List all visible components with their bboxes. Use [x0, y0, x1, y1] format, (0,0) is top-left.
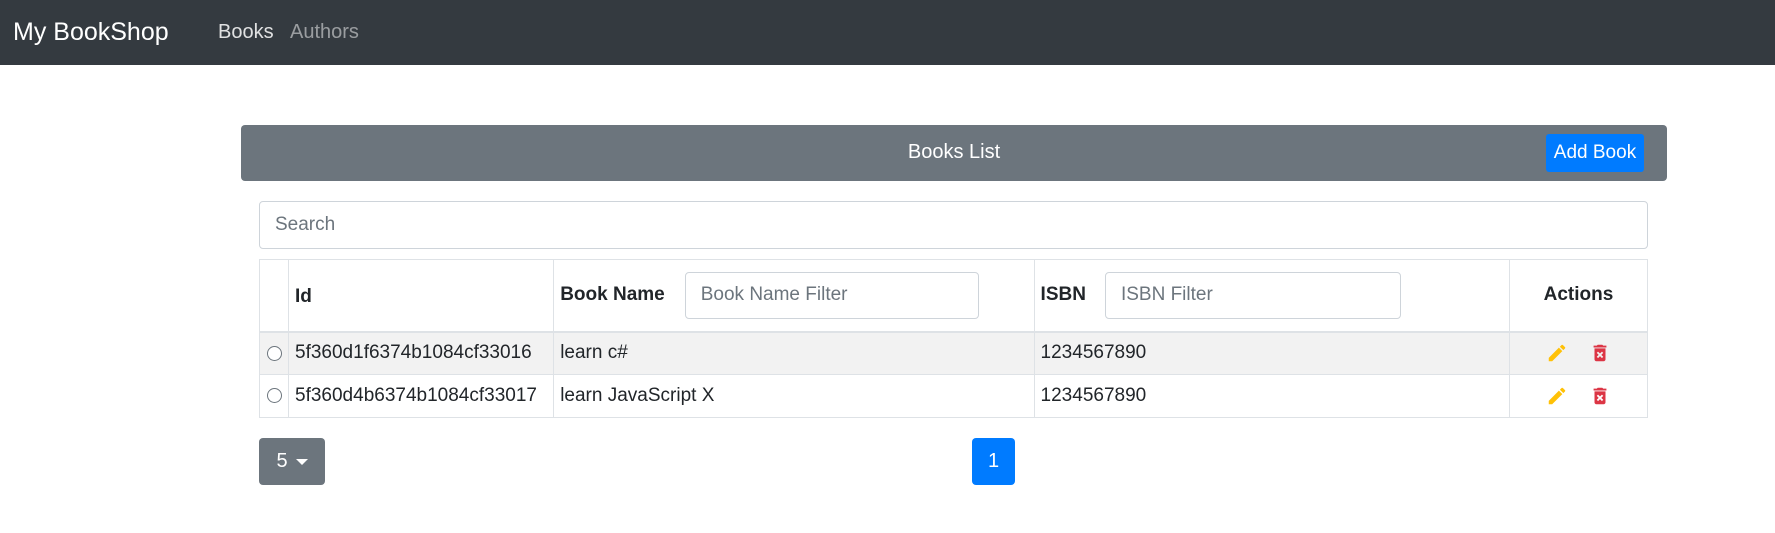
isbn-filter-input[interactable]: [1104, 271, 1401, 319]
cell-book-name: learn c#: [553, 331, 1035, 375]
column-header-actions: Actions: [1508, 259, 1649, 333]
row-select-radio[interactable]: [266, 345, 282, 361]
cell-isbn: 1234567890: [1033, 374, 1510, 418]
navbar: My BookShop Books Authors: [0, 0, 1775, 65]
nav-link-authors[interactable]: Authors: [290, 20, 359, 44]
column-header-book-name: Book Name: [553, 259, 1035, 333]
caret-down-icon: [295, 458, 308, 465]
select-column-header: [258, 259, 290, 333]
cell-actions: [1508, 374, 1649, 418]
row-select-cell: [258, 331, 290, 375]
column-label-book-name: Book Name: [560, 284, 665, 306]
cell-actions: [1508, 331, 1649, 375]
table-header-row: Id Book Name ISBN Actions: [258, 259, 1649, 333]
cell-book-name: learn JavaScript X: [553, 374, 1035, 418]
table-row[interactable]: 5f360d1f6374b1084cf33016 learn c# 123456…: [258, 331, 1649, 375]
pagination-page-1[interactable]: 1: [972, 438, 1015, 485]
cell-id: 5f360d1f6374b1084cf33016: [288, 331, 555, 375]
book-name-filter-input[interactable]: [684, 271, 979, 319]
nav-link-books[interactable]: Books: [218, 20, 274, 44]
column-label-id: Id: [295, 286, 312, 308]
column-label-isbn: ISBN: [1040, 284, 1086, 306]
brand-logo[interactable]: My BookShop: [13, 15, 169, 49]
trash-icon[interactable]: [1589, 342, 1611, 364]
cell-isbn: 1234567890: [1033, 331, 1510, 375]
search-input[interactable]: [259, 201, 1648, 249]
row-select-radio[interactable]: [266, 388, 282, 404]
page-size-dropdown[interactable]: 5: [259, 438, 325, 485]
pencil-icon[interactable]: [1546, 385, 1568, 407]
books-list-header: Books List Add Book: [241, 125, 1667, 181]
column-header-isbn: ISBN: [1033, 259, 1510, 333]
add-book-button[interactable]: Add Book: [1546, 134, 1644, 172]
table-row[interactable]: 5f360d4b6374b1084cf33017 learn JavaScrip…: [258, 374, 1649, 418]
row-select-cell: [258, 374, 290, 418]
trash-icon[interactable]: [1589, 385, 1611, 407]
page-title: Books List: [907, 141, 1001, 163]
cell-id: 5f360d4b6374b1084cf33017: [288, 374, 555, 418]
column-header-id: Id: [288, 259, 555, 333]
books-table: Id Book Name ISBN Actions: [258, 259, 1649, 418]
column-label-actions: Actions: [1543, 284, 1614, 306]
pencil-icon[interactable]: [1546, 342, 1568, 364]
page-size-value: 5: [276, 450, 288, 472]
